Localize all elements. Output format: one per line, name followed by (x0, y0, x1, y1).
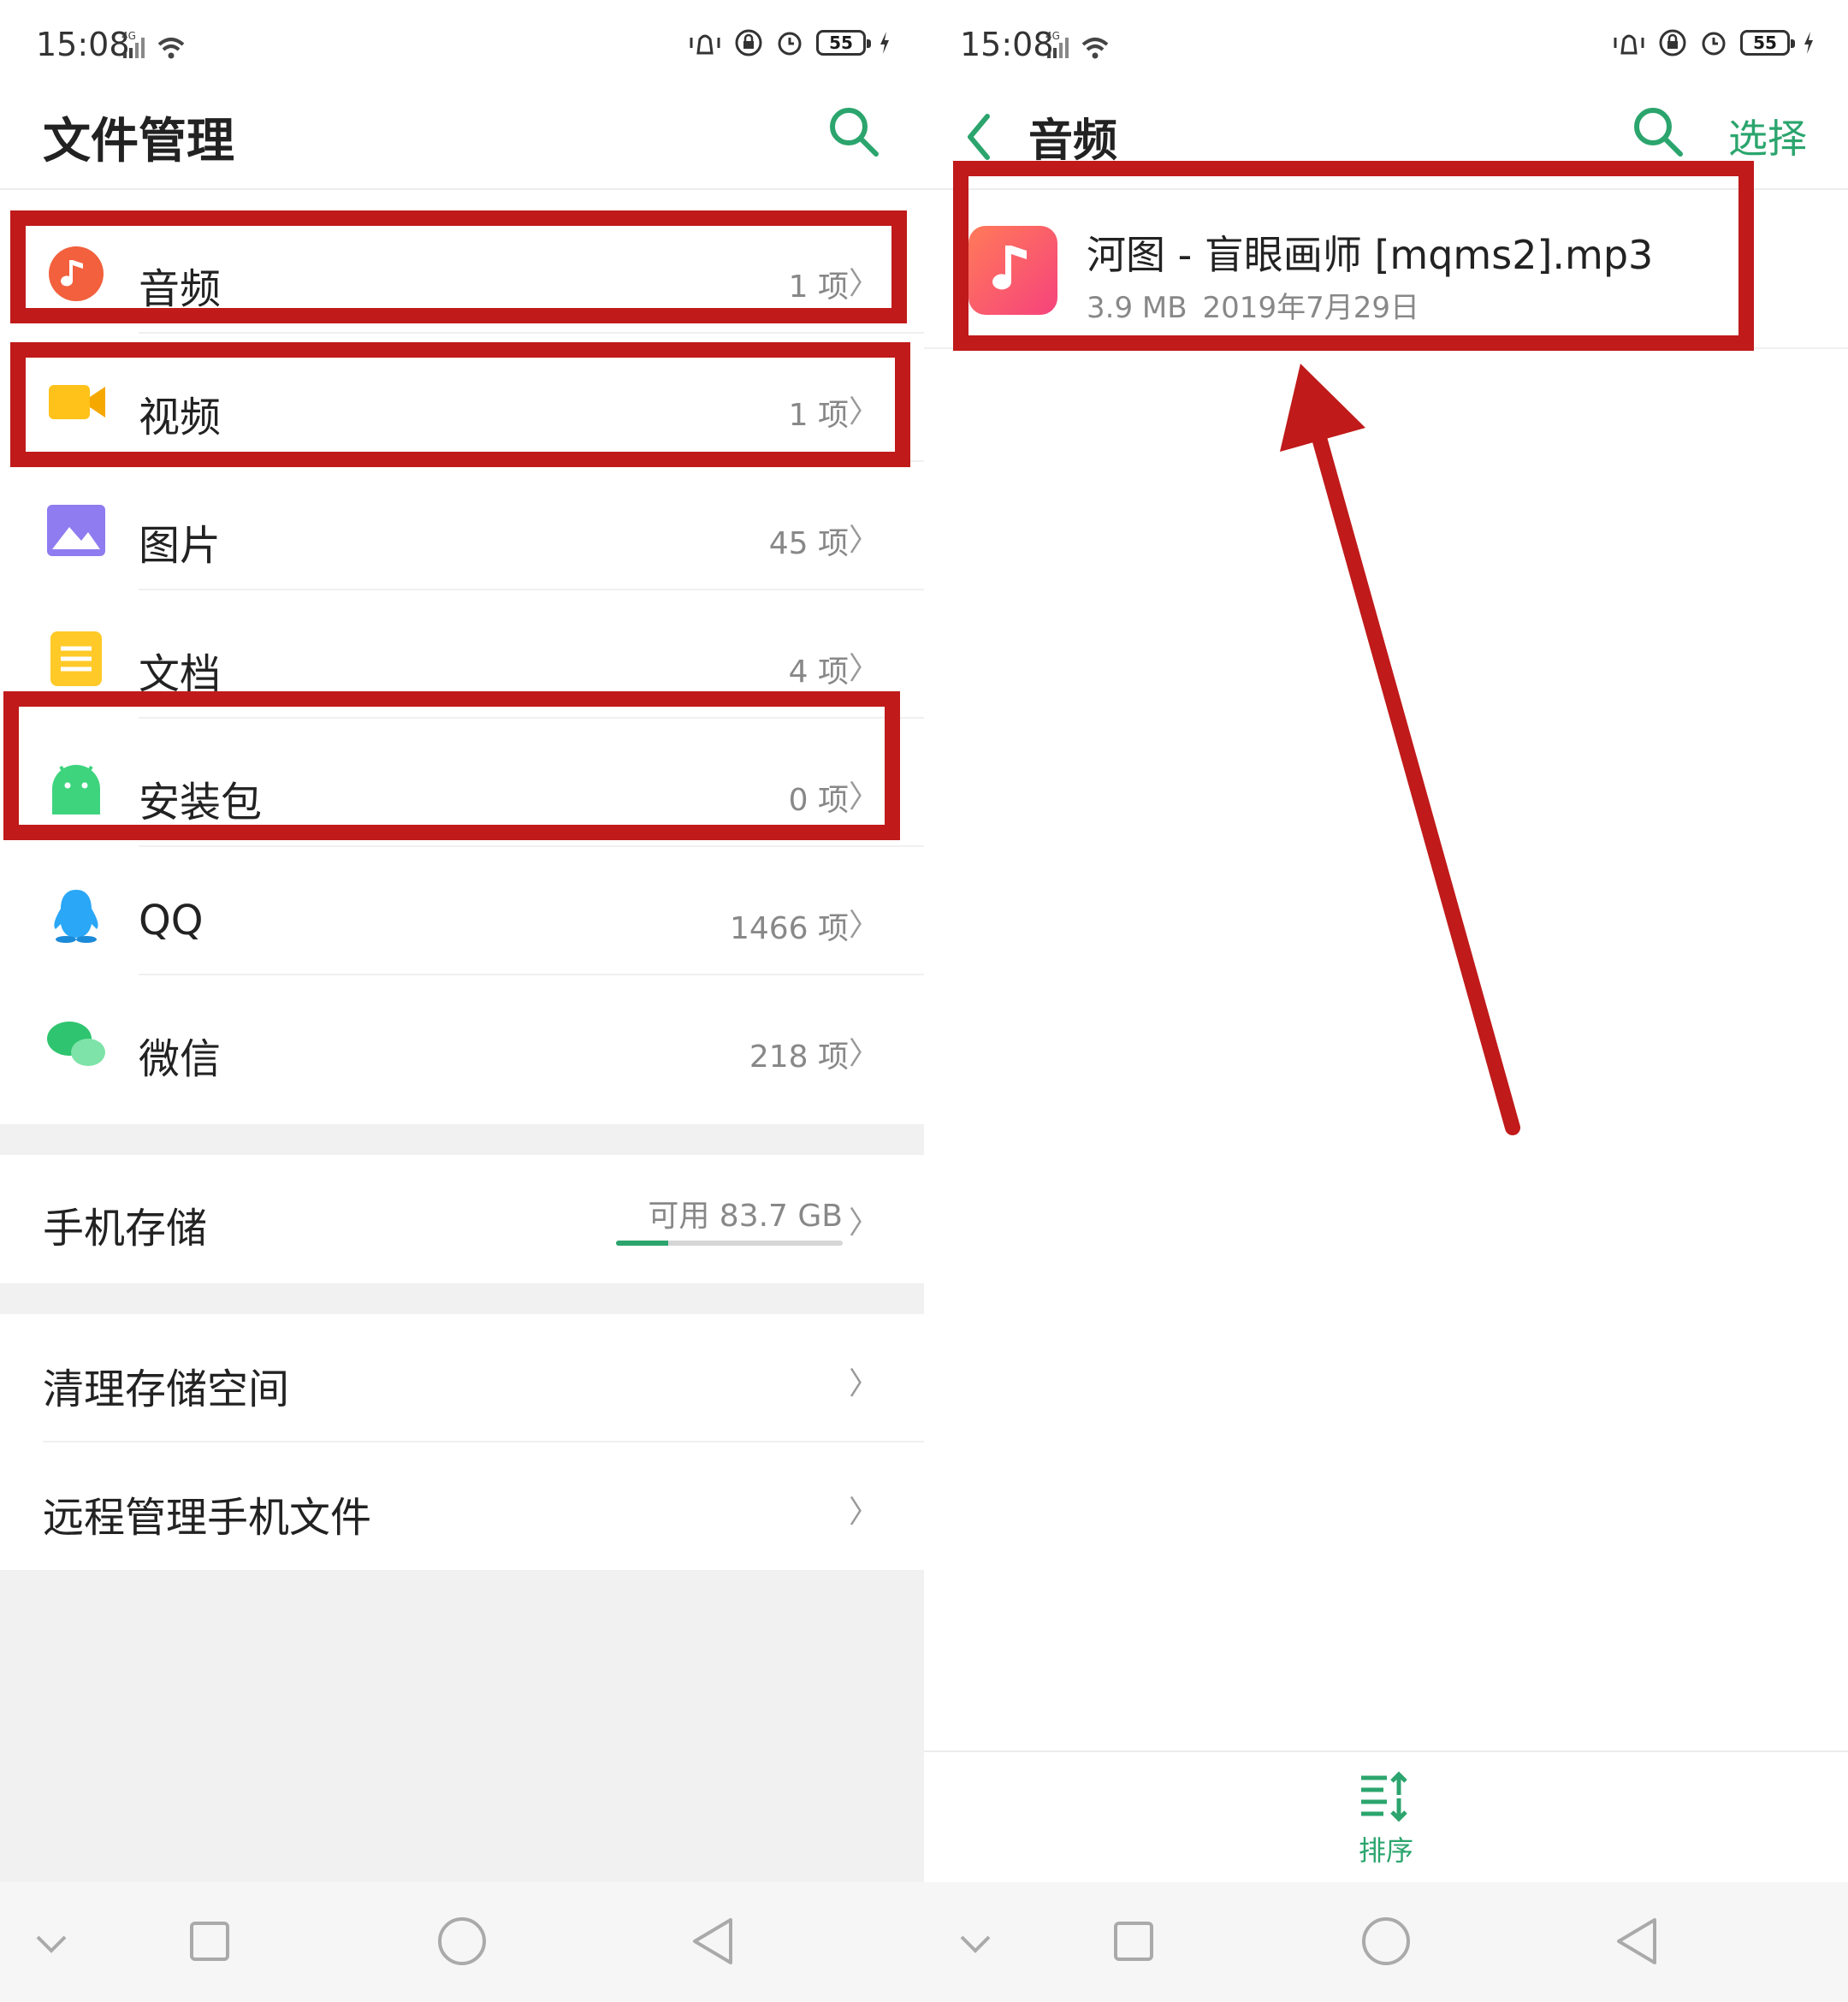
status-icons: 55 (1612, 27, 1815, 58)
lock-rotation-icon (735, 29, 762, 56)
storage-usage-fill (616, 1241, 668, 1246)
sort-button[interactable]: 排序 (1343, 1771, 1429, 1869)
sort-icon (1361, 1771, 1407, 1822)
alarm-icon (1702, 32, 1726, 56)
highlight-box-file (953, 161, 1754, 351)
vibrate-icon (690, 34, 720, 55)
system-nav-bar (0, 1882, 924, 2002)
category-label: QQ (139, 897, 204, 945)
charging-icon (880, 32, 889, 54)
nav-home-icon (438, 1917, 486, 1965)
chevron-right-icon: 〉 (848, 908, 880, 943)
chevron-right-icon: 〉 (848, 523, 880, 558)
wechat-icon (47, 1022, 105, 1066)
category-label: 微信 (139, 1035, 222, 1083)
system-nav-bar (924, 1882, 1848, 2002)
phone-storage-row[interactable]: 手机存储 可用 83.7 GB 〉 (0, 1155, 924, 1283)
section-gap (0, 1124, 924, 1155)
highlight-box-video (10, 342, 910, 467)
nav-recents-icon (1114, 1922, 1153, 1961)
charging-icon (1804, 32, 1813, 54)
category-label: 图片 (139, 522, 222, 570)
search-button[interactable] (1631, 104, 1685, 159)
search-icon (1634, 108, 1683, 157)
category-count: 4 项 (788, 654, 849, 690)
status-bar: 15:08 4G 55 (0, 0, 924, 94)
storage-usage-bar (616, 1241, 843, 1246)
chevron-right-icon: 〉 (848, 1036, 880, 1071)
image-icon (47, 505, 105, 556)
vibrate-icon (1614, 34, 1644, 55)
back-button[interactable] (958, 106, 1001, 166)
status-time: 15:08 (36, 26, 130, 63)
action-label: 清理存储空间 (43, 1365, 290, 1413)
signal-icon: 4G (120, 29, 197, 67)
remote-manage-row[interactable]: 远程管理手机文件 〉 (0, 1442, 924, 1571)
battery-icon: 55 (1740, 30, 1795, 56)
section-gap (0, 1283, 924, 1314)
chevron-right-icon: 〉 (848, 1205, 880, 1241)
nav-hide-icon (36, 1935, 67, 1953)
category-wechat[interactable]: 微信 218 项 〉 (0, 975, 924, 1104)
page-title: 音频 (1028, 116, 1118, 167)
battery-icon: 55 (816, 30, 871, 56)
status-icons: 55 (688, 27, 891, 58)
storage-label: 手机存储 (43, 1205, 208, 1253)
nav-recents-icon (190, 1922, 229, 1961)
category-qq[interactable]: QQ 1466 项 〉 (0, 847, 924, 975)
back-icon (968, 114, 990, 160)
nav-back-icon (1617, 1918, 1656, 1964)
signal-icon: 4G (1044, 29, 1121, 67)
category-count: 1466 项 (729, 911, 849, 946)
highlight-box-audio (10, 210, 907, 323)
app-header: 文件管理 (0, 94, 924, 190)
nav-home-icon (1362, 1917, 1410, 1965)
chevron-right-icon: 〉 (848, 651, 880, 686)
status-time: 15:08 (960, 26, 1054, 63)
search-button[interactable] (826, 104, 881, 159)
storage-free: 可用 83.7 GB (648, 1199, 843, 1234)
select-button[interactable]: 选择 (1728, 108, 1807, 164)
nav-hide-icon (960, 1935, 991, 1953)
search-icon (830, 108, 879, 157)
empty-area (0, 1570, 924, 1882)
alarm-icon (778, 32, 802, 56)
clean-storage-row[interactable]: 清理存储空间 〉 (0, 1314, 924, 1442)
page-title: 文件管理 (43, 114, 234, 169)
category-list: 音频 1 项 〉 视频 1 项 〉 图片 45 项 〉 文档 4 项 〉 安装包… (0, 205, 924, 1104)
category-count: 45 项 (768, 526, 849, 561)
document-icon (50, 631, 102, 686)
lock-rotation-icon (1659, 29, 1686, 56)
chevron-right-icon: 〉 (848, 1495, 880, 1530)
svg-text:4G: 4G (121, 30, 136, 42)
bottom-toolbar: 排序 (924, 1750, 1848, 1882)
action-label: 远程管理手机文件 (43, 1494, 372, 1542)
chevron-right-icon: 〉 (848, 1366, 880, 1401)
category-count: 218 项 (749, 1040, 849, 1075)
nav-back-icon (693, 1918, 732, 1964)
category-images[interactable]: 图片 45 项 〉 (0, 462, 924, 590)
status-bar: 15:08 4G 55 (924, 0, 1848, 94)
qq-icon (54, 890, 98, 943)
sort-label: 排序 (1358, 1834, 1413, 1867)
svg-text:4G: 4G (1045, 30, 1060, 42)
highlight-box-apk (3, 691, 900, 840)
